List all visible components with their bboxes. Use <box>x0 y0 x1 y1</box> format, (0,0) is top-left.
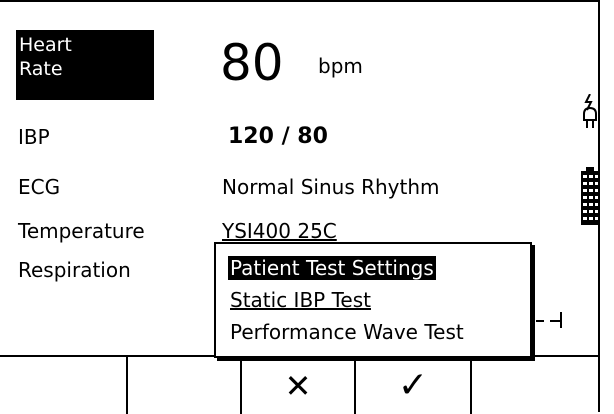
heart-rate-label-box: Heart Rate <box>16 30 154 100</box>
temperature-label: Temperature <box>18 219 145 243</box>
ibp-label: IBP <box>18 125 50 149</box>
menu-item-performance-wave-test[interactable]: Performance Wave Test <box>230 320 464 344</box>
ecg-label: ECG <box>18 175 61 199</box>
heart-rate-value: 80 <box>220 34 284 92</box>
battery-icon <box>580 167 600 227</box>
temperature-value: YSI400 25C <box>222 219 337 243</box>
ibp-value: 120 / 80 <box>228 124 328 149</box>
menu-connector-tick <box>536 320 544 322</box>
softkey-5[interactable] <box>472 357 600 414</box>
softkey-2[interactable] <box>128 357 240 414</box>
test-menu-popup: Patient Test Settings Static IBP Test Pe… <box>214 242 532 358</box>
heart-rate-label-line1: Heart <box>19 34 72 56</box>
device-screen: Heart Rate 80 bpm IBP 120 / 80 ECG Norma… <box>0 0 600 414</box>
cancel-button[interactable]: ✕ <box>242 357 354 414</box>
menu-connector-tick-2 <box>550 320 560 322</box>
menu-item-patient-test-settings[interactable]: Patient Test Settings <box>228 256 436 280</box>
ecg-value: Normal Sinus Rhythm <box>222 175 440 199</box>
plug-icon <box>578 93 600 134</box>
heart-rate-unit: bpm <box>318 54 363 78</box>
menu-connector-mark <box>560 312 562 328</box>
close-icon: ✕ <box>284 366 312 405</box>
softkey-1[interactable] <box>0 357 126 414</box>
heart-rate-label-line2: Rate <box>19 58 63 80</box>
menu-item-static-ibp-test[interactable]: Static IBP Test <box>230 288 371 312</box>
menu-item-static-ibp-test-label: Static IBP Test <box>230 288 371 312</box>
respiration-label: Respiration <box>18 258 131 282</box>
check-icon: ✓ <box>397 365 429 406</box>
ok-button[interactable]: ✓ <box>356 357 470 414</box>
